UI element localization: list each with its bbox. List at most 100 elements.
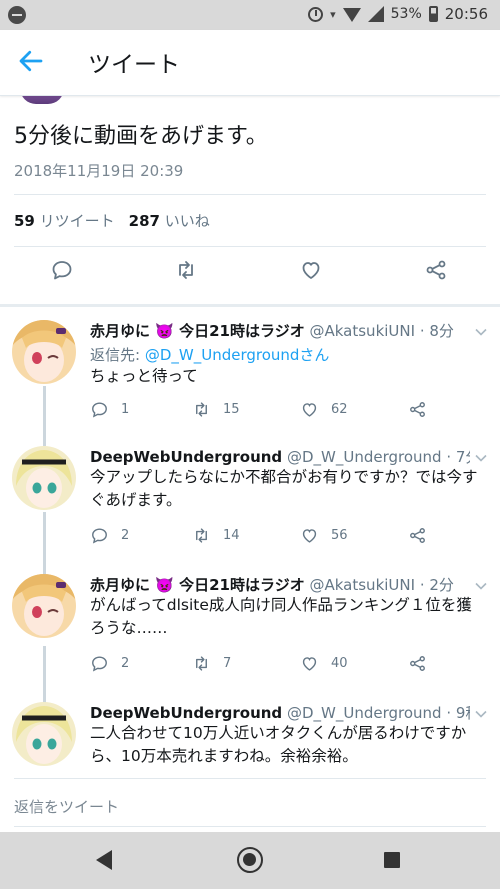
more-options-button[interactable] [474, 706, 488, 720]
retweet-button[interactable] [174, 258, 204, 288]
avatar-image [12, 702, 76, 766]
share-icon [410, 402, 425, 417]
retweet-count: 7 [223, 656, 232, 671]
status-bar: ▾ 53% 20:56 [0, 0, 500, 30]
retweets-stat[interactable]: 59 リツイート [14, 210, 115, 231]
display-name[interactable]: 赤月ゆに 👿 今日21時はラジオ [90, 322, 305, 340]
reply-header: 赤月ゆに 👿 今日21時はラジオ @AkatsukiUNI · 2分 [90, 574, 470, 595]
tweet-stats: 59 リツイート 287 いいね [14, 210, 210, 231]
heart-icon [302, 262, 320, 279]
share-icon [426, 260, 446, 280]
like-button[interactable]: 40 [300, 654, 348, 673]
reply-to-label: 返信先: [90, 346, 141, 364]
divider [14, 778, 486, 779]
wifi-icon [342, 8, 361, 22]
reply-compose-input[interactable]: 返信をツイート [14, 796, 119, 817]
reply-text: 今アップしたらなにか不都合がお有りですか？では今すぐあげます。 [90, 468, 478, 509]
display-name[interactable]: 赤月ゆに 👿 今日21時はラジオ [90, 576, 305, 594]
retweet-button[interactable]: 15 [192, 400, 240, 419]
chevron-down-icon [475, 710, 487, 718]
like-button[interactable]: 56 [300, 526, 348, 545]
retweet-icon [196, 528, 207, 543]
battery-percent: 53% [390, 6, 422, 22]
battery-icon [428, 6, 438, 22]
reply-icon [92, 402, 107, 418]
retweets-count: 59 [14, 212, 35, 230]
avatar-image [12, 574, 76, 638]
avatar[interactable] [12, 320, 76, 384]
retweet-button[interactable]: 7 [192, 654, 231, 673]
user-handle: @AkatsukiUNI [309, 322, 416, 340]
avatar[interactable] [12, 702, 76, 766]
retweet-count: 14 [223, 528, 240, 543]
thread-connector [43, 512, 46, 580]
reply-action-bar: 2 14 56 [90, 526, 450, 548]
top-app-bar: ツイート [0, 30, 500, 96]
user-handle: @D_W_Underground [286, 448, 442, 466]
like-count: 56 [331, 528, 348, 543]
reply-to-user-link[interactable]: @D_W_Undergroundさん [145, 346, 330, 364]
share-button[interactable] [408, 526, 427, 545]
reply-count: 1 [121, 402, 130, 417]
back-button[interactable] [16, 46, 56, 80]
thread-connector [43, 386, 46, 446]
more-options-button[interactable] [474, 324, 488, 338]
chevron-down-icon [475, 582, 487, 590]
reply-action-bar: 2 7 40 [90, 654, 450, 676]
tweet-age: · 2分 [419, 576, 454, 594]
retweet-icon [179, 261, 193, 279]
tweet-age: · 8分 [419, 322, 454, 340]
reply-icon [52, 261, 72, 280]
reply-count: 2 [121, 656, 130, 671]
display-name[interactable]: DeepWebUnderground [90, 448, 282, 466]
reply-action-bar: 1 15 62 [90, 400, 450, 422]
share-icon [410, 656, 425, 671]
share-button[interactable] [408, 400, 427, 419]
display-name[interactable]: DeepWebUnderground [90, 704, 282, 722]
user-handle: @D_W_Underground [286, 704, 442, 722]
reply-button[interactable]: 1 [90, 400, 129, 419]
heart-icon [302, 403, 317, 417]
avatar-image [12, 446, 76, 510]
likes-stat[interactable]: 287 いいね [129, 210, 210, 231]
reply-button[interactable] [50, 258, 80, 288]
share-icon [410, 528, 425, 543]
tweet-text: 5分後に動画をあげます。 [14, 124, 268, 149]
avatar[interactable] [12, 574, 76, 638]
reply-icon [92, 528, 107, 544]
nav-back-icon[interactable] [96, 850, 112, 870]
reply-text: がんばってdlsite成人向け同人作品ランキング１位を獲ろうな…… [90, 596, 472, 637]
divider [14, 826, 486, 827]
share-button[interactable] [408, 654, 427, 673]
tweet-timestamp: 2018年11月19日 20:39 [14, 162, 184, 180]
reply-text: 二人合わせて10万人近いオタクくんが居るわけですから、10万本売れますわね。余裕… [90, 724, 467, 765]
retweets-label: リツイート [39, 212, 115, 230]
retweet-icon [196, 402, 207, 417]
like-button[interactable]: 62 [300, 400, 348, 419]
nav-recents-icon[interactable] [384, 852, 400, 868]
reply-icon [92, 656, 107, 672]
reply-button[interactable]: 2 [90, 654, 129, 673]
retweet-button[interactable]: 14 [192, 526, 240, 545]
divider [14, 246, 486, 247]
heart-icon [302, 529, 317, 543]
retweet-icon [196, 656, 207, 671]
do-not-disturb-icon [8, 6, 26, 24]
nav-home-icon[interactable] [237, 847, 263, 873]
reply-button[interactable]: 2 [90, 526, 129, 545]
likes-count: 287 [128, 212, 160, 230]
share-button[interactable] [424, 258, 454, 288]
more-options-button[interactable] [474, 450, 488, 464]
user-handle: @AkatsukiUNI [309, 576, 416, 594]
clock: 20:56 [444, 5, 488, 23]
page-title: ツイート [88, 52, 180, 78]
divider [14, 194, 486, 195]
tweet-age: · 7分 [446, 448, 470, 466]
vibrate-icon: ▾ [330, 7, 336, 21]
avatar[interactable] [12, 446, 76, 510]
tweet-action-bar [0, 258, 500, 294]
reply-text: ちょっと待って [90, 367, 198, 385]
section-separator [0, 304, 500, 307]
more-options-button[interactable] [474, 578, 488, 592]
like-button[interactable] [299, 258, 329, 288]
